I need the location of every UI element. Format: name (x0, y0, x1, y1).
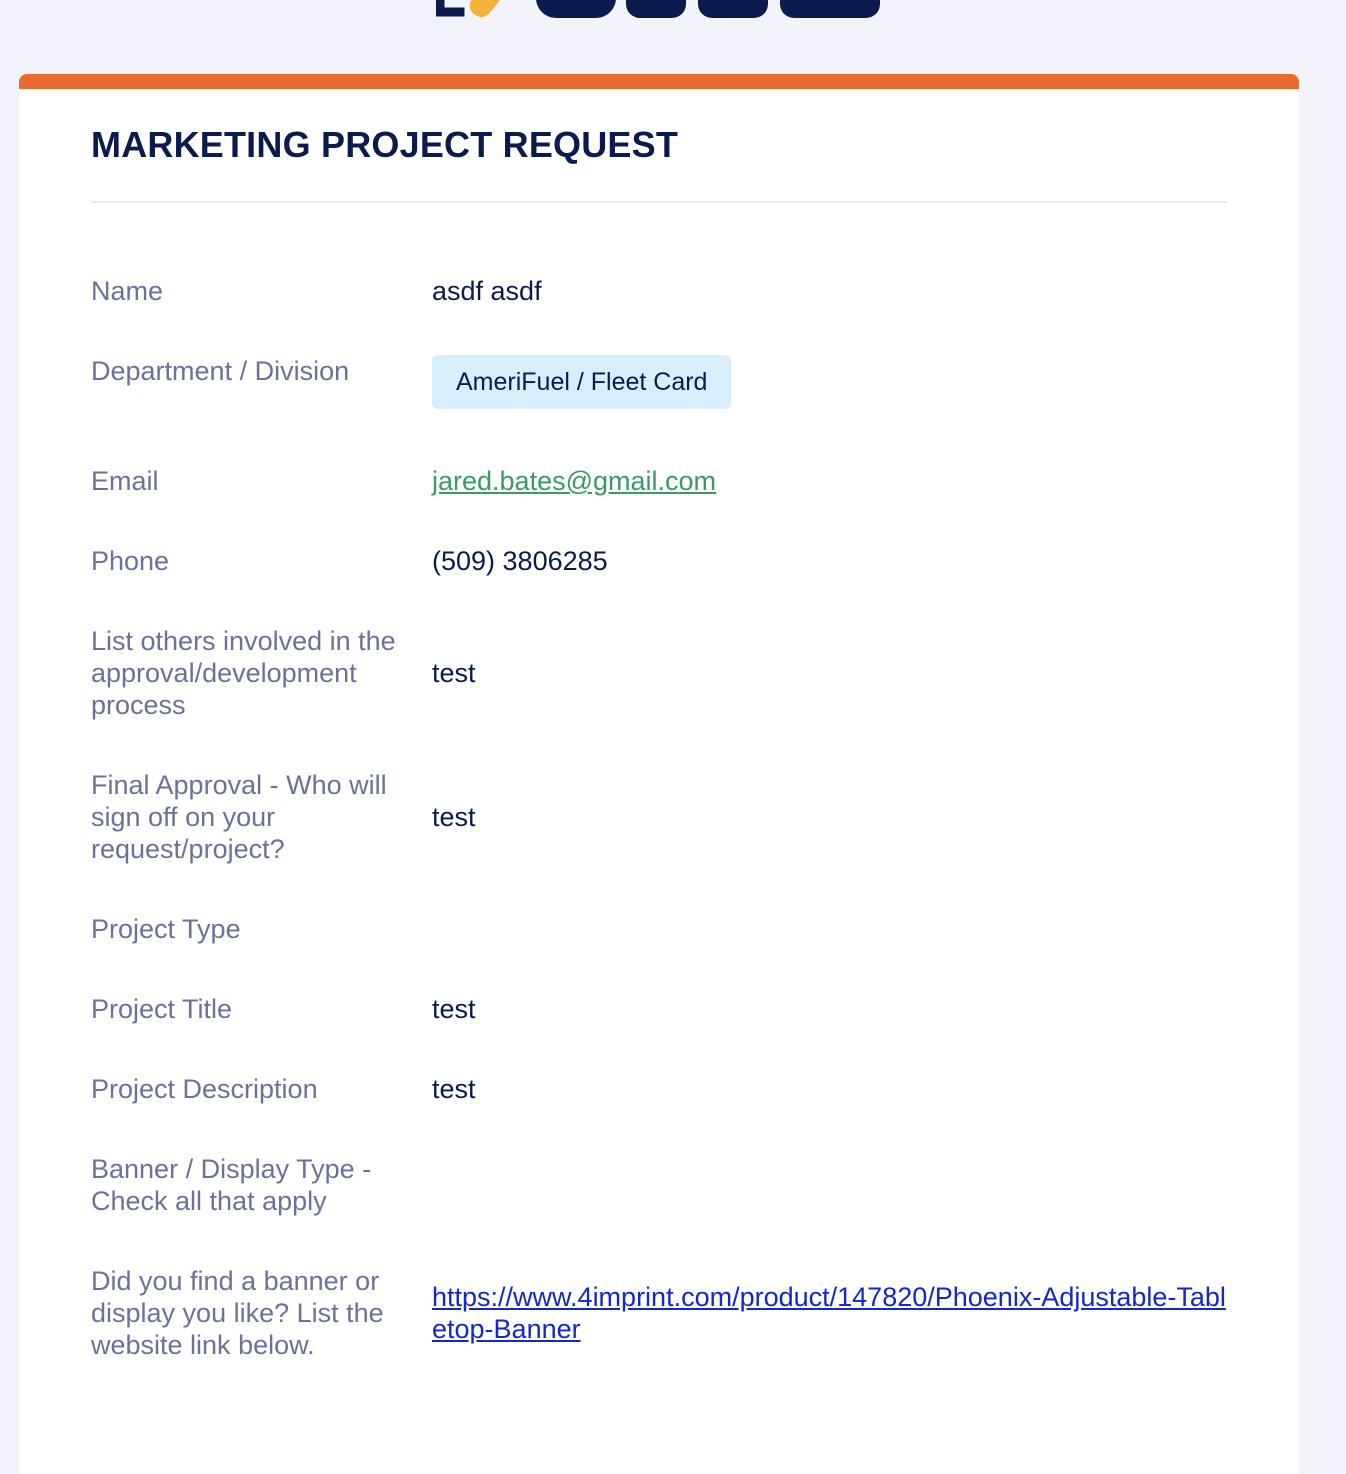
form-card: MARKETING PROJECT REQUEST Name asdf asdf… (19, 74, 1299, 1474)
card-accent-bar (19, 74, 1299, 89)
field-value-project-description: test (432, 1074, 476, 1104)
form-title: MARKETING PROJECT REQUEST (91, 124, 679, 165)
field-value-name: asdf asdf (432, 276, 542, 306)
field-label-banner-display-type: Banner / Display Type - Check all that a… (91, 1154, 372, 1216)
field-label-phone: Phone (91, 546, 170, 576)
field-label-project-type: Project Type (91, 914, 241, 944)
field-value-project-title: test (432, 994, 476, 1024)
field-value-department: AmeriFuel / Fleet Card (432, 355, 1232, 409)
title-divider (91, 201, 1227, 203)
field-label-name: Name (91, 276, 164, 306)
field-value-banner-link: https://www.4imprint.com/product/147820/… (432, 1281, 1232, 1345)
field-label-department: Department / Division (91, 356, 350, 386)
field-label-project-title: Project Title (91, 994, 233, 1024)
field-value-others-involved: test (432, 658, 476, 688)
field-value-phone: (509) 3806285 (432, 546, 608, 576)
field-label-project-description: Project Description (91, 1074, 318, 1104)
brand-logo (0, 0, 1346, 20)
banner-website-link[interactable]: https://www.4imprint.com/product/147820/… (432, 1282, 1226, 1344)
field-label-others-involved: List others involved in the approval/dev… (91, 626, 396, 720)
department-tag: AmeriFuel / Fleet Card (432, 355, 732, 409)
field-label-final-approval: Final Approval - Who will sign off on yo… (91, 770, 387, 864)
logo-mark-icon (436, 0, 880, 18)
email-link[interactable]: jared.bates@gmail.com (432, 466, 716, 496)
field-label-email: Email (91, 466, 159, 496)
field-value-final-approval: test (432, 802, 476, 832)
field-value-email: jared.bates@gmail.com (432, 465, 1232, 497)
field-label-banner-link: Did you find a banner or display you lik… (91, 1266, 384, 1360)
